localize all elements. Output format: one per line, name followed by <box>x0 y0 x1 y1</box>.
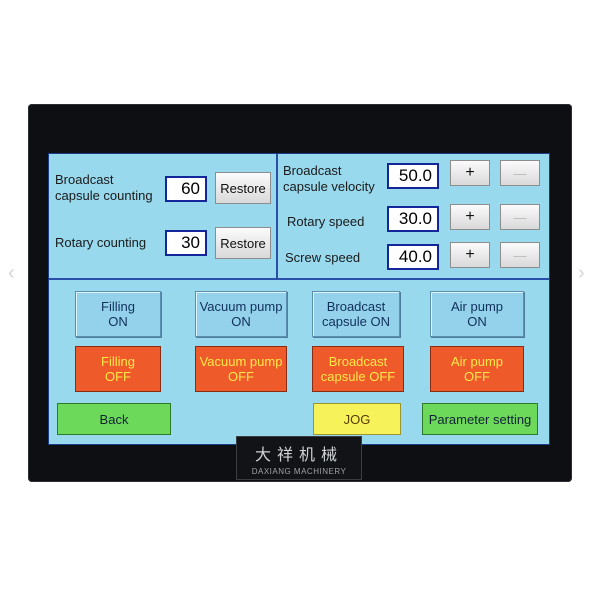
hmi-screen: Broadcast capsule counting 60 Restore Ro… <box>48 153 550 445</box>
broadcast-capsule-counting-label: Broadcast capsule counting <box>55 172 153 203</box>
back-button[interactable]: Back <box>57 403 171 435</box>
logo-english-text: DAXIANG MACHINERY <box>251 467 347 476</box>
jog-button[interactable]: JOG <box>313 403 401 435</box>
manufacturer-logo: 大祥机械 DAXIANG MACHINERY <box>236 436 362 480</box>
velocity-plus-button[interactable]: + <box>450 160 490 186</box>
logo-chinese-text: 大祥机械 <box>254 445 343 464</box>
rotary-counting-label: Rotary counting <box>55 235 147 250</box>
broadcast-capsule-counting-input[interactable]: 60 <box>165 176 207 202</box>
section-divider-horizontal <box>49 278 549 280</box>
rotary-speed-input[interactable]: 30.0 <box>387 206 439 232</box>
screw-speed-minus-button[interactable]: — <box>500 242 540 268</box>
restore-broadcast-counting-button[interactable]: Restore <box>215 172 271 204</box>
filling-on-button[interactable]: Filling ON <box>75 291 161 337</box>
air-pump-on-button[interactable]: Air pump ON <box>430 291 524 337</box>
broadcast-capsule-velocity-input[interactable]: 50.0 <box>387 163 439 189</box>
velocity-minus-button[interactable]: — <box>500 160 540 186</box>
broadcast-capsule-off-button[interactable]: Broadcast capsule OFF <box>312 346 404 392</box>
screw-speed-label: Screw speed <box>285 250 361 265</box>
chevron-right-icon[interactable]: › <box>578 262 585 285</box>
section-divider-vertical <box>276 154 278 278</box>
restore-rotary-counting-button[interactable]: Restore <box>215 227 271 259</box>
broadcast-capsule-velocity-label: Broadcast capsule velocity <box>283 163 375 194</box>
rotary-speed-plus-button[interactable]: + <box>450 204 490 230</box>
screw-speed-plus-button[interactable]: + <box>450 242 490 268</box>
filling-off-button[interactable]: Filling OFF <box>75 346 161 392</box>
vacuum-pump-on-button[interactable]: Vacuum pump ON <box>195 291 287 337</box>
screw-speed-input[interactable]: 40.0 <box>387 244 439 270</box>
air-pump-off-button[interactable]: Air pump OFF <box>430 346 524 392</box>
rotary-speed-label: Rotary speed <box>287 214 365 229</box>
rotary-speed-minus-button[interactable]: — <box>500 204 540 230</box>
broadcast-capsule-on-button[interactable]: Broadcast capsule ON <box>312 291 400 337</box>
chevron-left-icon[interactable]: ‹ <box>8 262 15 285</box>
parameter-setting-button[interactable]: Parameter setting <box>422 403 538 435</box>
rotary-counting-input[interactable]: 30 <box>165 230 207 256</box>
vacuum-pump-off-button[interactable]: Vacuum pump OFF <box>195 346 287 392</box>
